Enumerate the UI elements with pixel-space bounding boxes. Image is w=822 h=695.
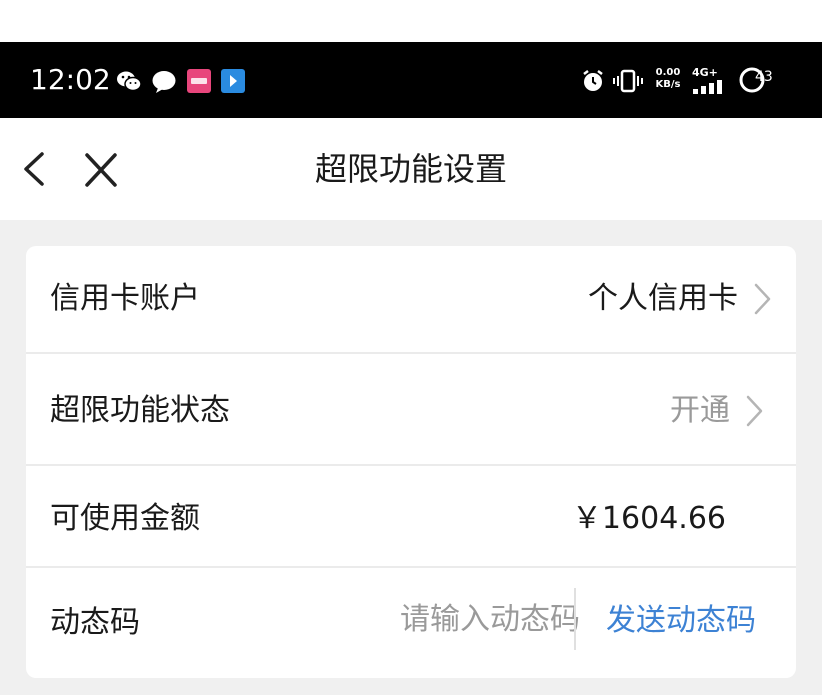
row-label: 动态码: [50, 605, 140, 640]
available-amount-value: ￥1604.66: [571, 501, 726, 536]
page-title: 超限功能设置: [314, 150, 507, 188]
blue-app-icon: [221, 69, 245, 93]
battery-level: 43: [755, 69, 773, 85]
chevron-right-icon: [754, 283, 771, 315]
signal-icon: [693, 80, 722, 94]
separator: [574, 588, 576, 650]
top-blank-area: [0, 0, 822, 42]
chevron-right-icon: [746, 395, 763, 427]
pink-app-icon: [187, 69, 211, 93]
credit-card-account-row[interactable]: 信用卡账户 个人信用卡: [26, 246, 796, 352]
wechat-icon: [117, 71, 142, 92]
row-label: 信用卡账户: [50, 281, 200, 316]
send-code-button[interactable]: 发送动态码: [586, 602, 776, 640]
over-limit-status-value: 开通: [670, 393, 730, 428]
dynamic-code-input[interactable]: [356, 590, 580, 648]
over-limit-status-row[interactable]: 超限功能状态 开通: [26, 354, 796, 464]
nav-bar: 超限功能设置: [0, 118, 822, 220]
network-type: 4G+: [692, 66, 718, 79]
row-label: 可使用金额: [50, 501, 200, 536]
network-speed: 0.00 KB/s: [651, 67, 685, 91]
alarm-icon: [583, 70, 603, 91]
dynamic-code-row: 动态码 发送动态码: [26, 568, 796, 678]
status-time: 12:02: [30, 63, 111, 96]
status-bar: 12:02 0.00 KB/s 4G+ 43: [0, 42, 822, 118]
chat-bubble-icon: [152, 71, 176, 93]
network-speed-value: 0.00: [655, 67, 681, 78]
settings-card: 信用卡账户 个人信用卡 超限功能状态 开通 可使用金额 ￥1604.66 动态码…: [26, 246, 796, 678]
row-label: 超限功能状态: [50, 393, 230, 428]
network-speed-unit: KB/s: [655, 79, 681, 90]
available-amount-row: 可使用金额 ￥1604.66: [26, 466, 796, 566]
credit-card-account-value: 个人信用卡: [588, 281, 738, 316]
vibrate-icon: [613, 69, 643, 93]
